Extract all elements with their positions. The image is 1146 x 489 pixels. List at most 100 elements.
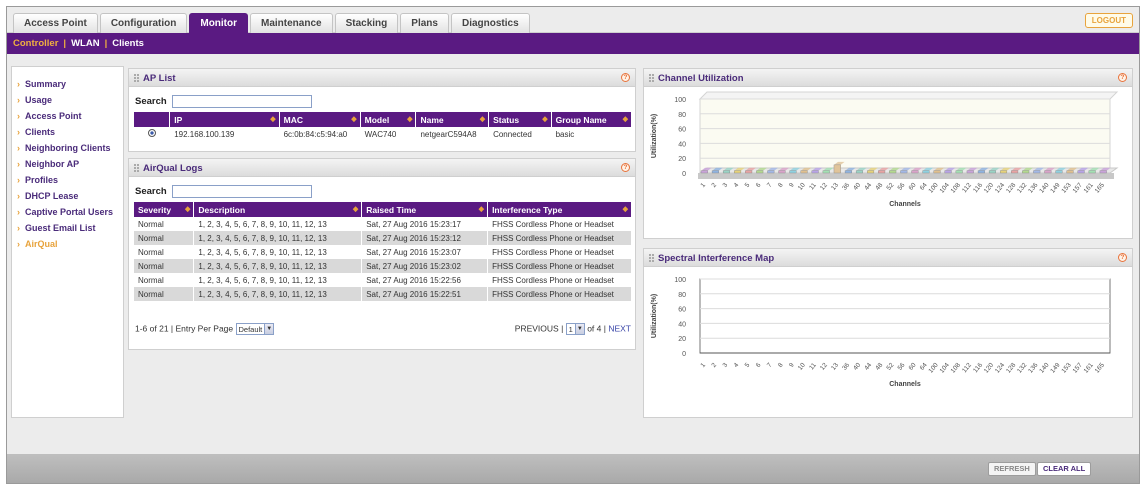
table-cell: Normal <box>134 231 195 245</box>
column-header-name[interactable]: Name ◆ <box>415 112 490 127</box>
sort-icon[interactable]: ◆ <box>542 115 547 123</box>
column-header-group-name[interactable]: Group Name ◆ <box>551 112 633 127</box>
x-tick-label: 5 <box>744 181 752 189</box>
table-row[interactable]: Normal 1, 2, 3, 4, 5, 6, 7, 8, 9, 10, 11,… <box>134 217 632 231</box>
previous-link[interactable]: PREVIOUS | <box>515 323 564 333</box>
x-tick-label: 44 <box>863 361 873 371</box>
x-tick-label: 116 <box>972 362 984 375</box>
x-tick-label: 128 <box>1005 362 1018 375</box>
sidebar-item-captive-portal-users[interactable]: Captive Portal Users <box>16 207 123 218</box>
pager-right: PREVIOUS | 1 ▼ of 4 | NEXT <box>515 323 631 335</box>
sidebar-item-profiles[interactable]: Profiles <box>16 175 123 186</box>
tab-configuration[interactable]: Configuration <box>99 13 188 33</box>
column-header-mac[interactable]: MAC ◆ <box>279 112 361 127</box>
x-tick-label: 56 <box>897 361 907 371</box>
entries-per-page-select[interactable]: Default ▼ <box>235 323 275 335</box>
column-header-description[interactable]: Description ◆ <box>193 202 363 217</box>
subnav-clients[interactable]: Clients <box>112 38 144 49</box>
table-row[interactable]: Normal 1, 2, 3, 4, 5, 6, 7, 8, 9, 10, 11,… <box>134 287 632 301</box>
sort-icon[interactable]: ◆ <box>407 115 412 123</box>
table-row[interactable]: Normal 1, 2, 3, 4, 5, 6, 7, 8, 9, 10, 11,… <box>134 231 632 245</box>
bar-8 <box>778 170 786 174</box>
bar-36 <box>844 170 852 174</box>
tab-stacking[interactable]: Stacking <box>334 13 399 33</box>
table-row[interactable]: Normal 1, 2, 3, 4, 5, 6, 7, 8, 9, 10, 11,… <box>134 273 632 287</box>
column-header-ip[interactable]: IP ◆ <box>169 112 280 127</box>
tab-plans[interactable]: Plans <box>400 13 449 33</box>
x-tick-label: 56 <box>897 181 907 191</box>
x-tick-label: 153 <box>1060 182 1073 195</box>
x-tick-label: 132 <box>1016 182 1029 195</box>
airqual-search-input[interactable] <box>171 185 312 198</box>
sidebar-item-summary[interactable]: Summary <box>16 79 123 90</box>
help-icon[interactable]: ? <box>621 73 630 82</box>
subnav-wlan[interactable]: WLAN <box>71 38 100 49</box>
sort-icon[interactable]: ◆ <box>623 115 628 123</box>
ap-search-input[interactable] <box>171 95 312 108</box>
next-link[interactable]: NEXT <box>608 323 631 333</box>
table-row[interactable]: 192.168.100.139 6c:0b:84:c5:94:a0 WAC740 ne… <box>134 127 633 141</box>
x-tick-label: 100 <box>927 362 940 375</box>
subnav-controller[interactable]: Controller <box>13 38 58 49</box>
sidebar-item-dhcp-lease[interactable]: DHCP Lease <box>16 191 123 202</box>
sidebar-item-clients[interactable]: Clients <box>16 127 123 138</box>
sidebar-item-guest-email-list[interactable]: Guest Email List <box>16 223 123 234</box>
column-header-raised-time[interactable]: Raised Time ◆ <box>361 202 489 217</box>
sort-icon[interactable]: ◆ <box>479 205 484 213</box>
logout-button[interactable]: LOGOUT <box>1084 13 1133 28</box>
sort-icon[interactable]: ◆ <box>185 205 190 213</box>
drag-grip-icon[interactable] <box>649 254 654 262</box>
bar-48 <box>878 170 886 174</box>
tab-monitor[interactable]: Monitor <box>189 13 249 33</box>
bar-136 <box>1033 170 1041 174</box>
x-tick-label: 8 <box>777 361 785 369</box>
sidebar-item-airqual[interactable]: AirQual <box>16 239 123 250</box>
column-header-status[interactable]: Status ◆ <box>488 112 552 127</box>
sidebar-item-usage[interactable]: Usage <box>16 95 123 106</box>
table-cell: Normal <box>134 245 195 259</box>
tab-diagnostics[interactable]: Diagnostics <box>450 13 530 33</box>
table-row[interactable]: Normal 1, 2, 3, 4, 5, 6, 7, 8, 9, 10, 11,… <box>134 245 632 259</box>
table-cell: FHSS Cordless Phone or Headset <box>487 245 632 259</box>
x-tick-label: 104 <box>939 182 952 195</box>
column-header-interference-type[interactable]: Interference Type ◆ <box>487 202 632 217</box>
column-header-model[interactable]: Model ◆ <box>360 112 417 127</box>
sort-icon[interactable]: ◆ <box>480 115 485 123</box>
page-select[interactable]: 1 ▼ <box>565 323 585 335</box>
table-cell: FHSS Cordless Phone or Headset <box>487 259 632 273</box>
column-header-severity[interactable]: Severity ◆ <box>134 202 195 217</box>
table-row[interactable]: Normal 1, 2, 3, 4, 5, 6, 7, 8, 9, 10, 11,… <box>134 259 632 273</box>
tab-maintenance[interactable]: Maintenance <box>250 13 333 33</box>
ap-search-label: Search <box>135 96 167 107</box>
tab-access-point[interactable]: Access Point <box>13 13 98 33</box>
sort-icon[interactable]: ◆ <box>351 115 356 123</box>
bar-40 <box>855 170 863 174</box>
drag-grip-icon[interactable] <box>134 164 139 172</box>
table-cell: Sat, 27 Aug 2016 15:23:17 <box>361 217 489 231</box>
x-tick-label: 157 <box>1071 362 1084 375</box>
help-icon[interactable]: ? <box>1118 253 1127 262</box>
help-icon[interactable]: ? <box>1118 73 1127 82</box>
sort-icon[interactable]: ◆ <box>270 115 275 123</box>
sidebar-item-neighboring-clients[interactable]: Neighboring Clients <box>16 143 123 154</box>
x-tick-label: 128 <box>1005 182 1018 195</box>
spectral-panel: Spectral Interference Map ? 0 20 40 60 80 100… <box>643 248 1133 418</box>
table-cell: Connected <box>488 127 552 141</box>
column-header-label: Status <box>493 114 520 125</box>
clear-all-button[interactable]: CLEAR ALL <box>1037 462 1092 476</box>
sidebar: Summary Usage Access Point Clients Neighbori… <box>11 66 124 418</box>
x-tick-label: 136 <box>1027 362 1040 375</box>
y-axis-label: Utilization(%) <box>651 114 658 158</box>
sort-icon[interactable]: ◆ <box>623 205 628 213</box>
drag-grip-icon[interactable] <box>134 74 139 82</box>
row-radio-button[interactable] <box>147 129 156 137</box>
help-icon[interactable]: ? <box>621 163 630 172</box>
sort-icon[interactable]: ◆ <box>353 205 358 213</box>
x-tick-label: 165 <box>1094 182 1107 195</box>
refresh-button[interactable]: REFRESH <box>988 462 1036 476</box>
column-header-label: IP <box>174 114 183 125</box>
bar-11 <box>811 170 819 174</box>
sidebar-item-neighbor-ap[interactable]: Neighbor AP <box>16 159 123 170</box>
sidebar-item-access-point[interactable]: Access Point <box>16 111 123 122</box>
drag-grip-icon[interactable] <box>649 74 654 82</box>
